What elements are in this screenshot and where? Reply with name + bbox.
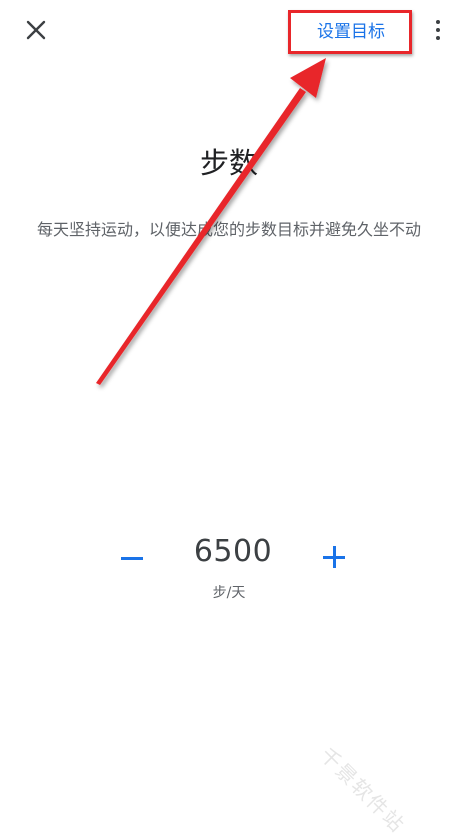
watermark: 千景软件站 [315, 742, 410, 838]
page-title: 步数 [199, 146, 258, 180]
more-options-button[interactable] [424, 12, 452, 48]
increment-button[interactable] [314, 538, 354, 578]
page-description: 每天坚持运动，以便达成您的步数目标并避免久坐不动 [36, 220, 421, 239]
set-goal-button[interactable]: 设置目标 [290, 12, 412, 46]
goal-value: 6500 [193, 534, 273, 569]
goal-stepper: 6500 [0, 530, 458, 580]
decrement-button[interactable] [112, 538, 152, 578]
close-icon [26, 20, 46, 40]
goal-unit: 步/天 [212, 585, 246, 601]
close-button[interactable] [18, 12, 54, 48]
annotation-arrow [96, 58, 326, 385]
minus-icon [121, 556, 143, 560]
more-vert-icon [436, 20, 440, 24]
top-bar: 设置目标 [0, 0, 458, 60]
